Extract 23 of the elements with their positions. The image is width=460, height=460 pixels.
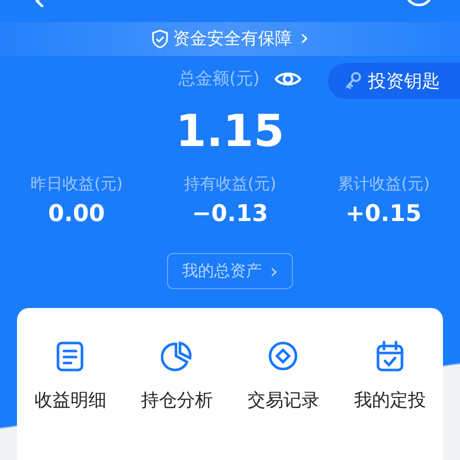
coin-icon — [267, 340, 300, 372]
stat-value: −0.13 — [192, 201, 268, 227]
menu-item[interactable]: 持仓分析 — [140, 340, 213, 460]
total-label: 总金额(元) — [178, 68, 260, 90]
menu-item[interactable]: 我的定投 — [354, 340, 426, 460]
stat-label: 累计收益(元) — [337, 174, 430, 195]
chevron-icon: › — [300, 28, 309, 50]
chevron-icon: › — [270, 261, 278, 281]
banner-text: 资金安全有保障 — [173, 28, 292, 50]
pie-chart-icon — [160, 340, 193, 372]
total-amount: 1.15 — [176, 108, 284, 156]
calendar-check-icon — [374, 340, 406, 372]
investment-key-button[interactable]: 投资钥匙 — [328, 62, 460, 99]
stat-label: 持有收益(元) — [184, 174, 276, 195]
key-icon — [344, 70, 362, 91]
document-icon — [54, 340, 86, 372]
menu-item[interactable]: 收益明细 — [34, 340, 106, 460]
stat-value: 0.00 — [48, 201, 105, 227]
shield-icon — [151, 28, 170, 49]
stat-label: 昨日收益(元) — [30, 174, 123, 195]
menu-item[interactable]: 交易记录 — [247, 340, 320, 460]
stat-value: +0.15 — [345, 201, 422, 227]
back-icon[interactable] — [34, 0, 46, 7]
